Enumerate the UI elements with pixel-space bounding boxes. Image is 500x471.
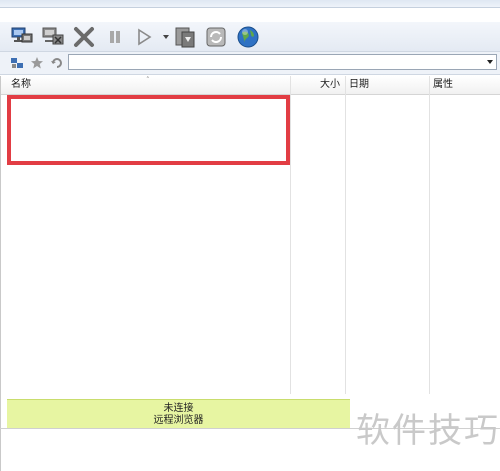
column-header-attributes[interactable]: 属性 xyxy=(433,76,453,94)
column-header-size[interactable]: 大小 xyxy=(320,76,340,94)
window-top-strip xyxy=(0,0,500,8)
transfer-button[interactable] xyxy=(172,24,198,50)
play-icon xyxy=(138,28,152,46)
column-header-date[interactable]: 日期 xyxy=(349,76,369,94)
status-bar: 未连接 远程浏览器 xyxy=(7,399,350,429)
connection-status: 未连接 xyxy=(163,403,194,414)
globe-icon xyxy=(237,26,259,48)
refresh-button[interactable] xyxy=(203,24,229,50)
play-button[interactable] xyxy=(131,24,157,50)
transfer-icon xyxy=(175,27,195,48)
pause-icon xyxy=(110,31,120,43)
back-arrow-icon[interactable] xyxy=(50,56,64,70)
disconnect-button[interactable] xyxy=(40,24,66,50)
file-list-header: ˄ 名称 大小 日期 属性 xyxy=(0,76,500,95)
column-header-name[interactable]: 名称 xyxy=(11,76,31,94)
delete-icon xyxy=(74,27,94,47)
play-dropdown-chevron-down-icon[interactable] xyxy=(163,35,169,39)
toolbar xyxy=(0,22,500,52)
connect-icon xyxy=(11,27,33,43)
connect-button[interactable] xyxy=(9,24,35,50)
disconnect-icon xyxy=(42,27,64,45)
panel-title: 远程浏览器 xyxy=(153,415,204,426)
delete-button[interactable] xyxy=(71,24,97,50)
address-input[interactable] xyxy=(68,54,497,70)
sort-ascending-icon: ˄ xyxy=(146,76,150,84)
address-chevron-down-icon[interactable] xyxy=(487,60,493,64)
highlight-rectangle xyxy=(7,95,290,165)
globe-button[interactable] xyxy=(235,24,261,50)
favorites-star-icon[interactable] xyxy=(30,56,44,70)
address-bar xyxy=(0,52,500,75)
site-manager-icon[interactable] xyxy=(10,56,24,70)
watermark: 软件技巧 xyxy=(356,411,500,451)
pause-button[interactable] xyxy=(102,24,128,50)
refresh-icon xyxy=(206,27,226,47)
